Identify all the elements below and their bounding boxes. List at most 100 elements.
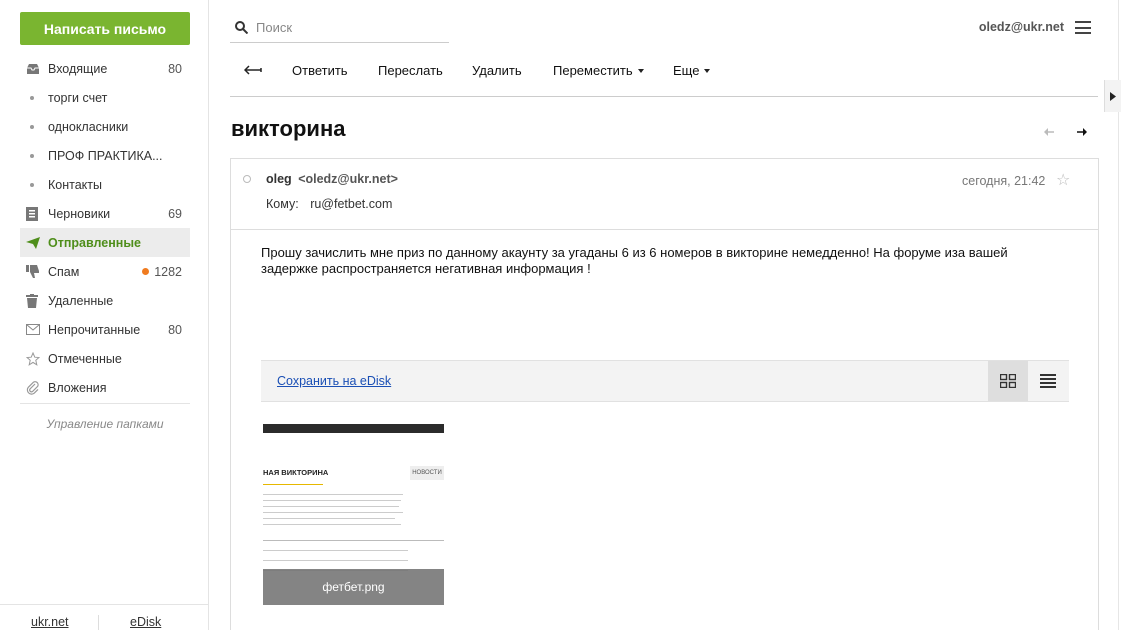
drafts-icon [20,206,48,221]
folder-label: Вложения [48,380,107,395]
previous-message-icon[interactable] [1044,125,1054,139]
preview-line [263,512,403,513]
preview-line [263,540,444,541]
read-status-icon[interactable] [243,175,251,183]
sender-email: <oledz@ukr.net> [298,172,398,186]
attachment-thumbnail[interactable]: НАЯ ВИКТОРИНА НОВОСТИ фетбет.png [263,424,444,605]
move-label: Переместить [553,63,633,78]
caret-down-icon [704,68,711,73]
bullet-icon [20,95,48,100]
folder-label: Черновики [48,206,111,221]
folder-label: Отправленные [48,235,141,250]
preview-line [263,506,399,507]
spam-count: 1282 [154,264,182,279]
message-date: сегодня, 21:42 [962,174,1046,188]
folder-count: 1282 [142,265,182,279]
folder-count: 80 [168,61,182,76]
edisk-link[interactable]: eDisk [130,615,161,629]
list-view-icon[interactable] [1028,361,1068,401]
recipient-address[interactable]: ru@fetbet.com [310,197,392,211]
paperclip-icon [20,380,48,395]
hamburger-menu-icon[interactable] [1075,21,1091,34]
star-icon [20,351,48,366]
forward-button[interactable]: Переслать [378,63,443,78]
to-label: Кому: [266,197,299,211]
preview-line [263,494,403,495]
folder-contacts[interactable]: Контакты [20,170,190,199]
attachments-bar: Сохранить на eDisk [261,360,1069,402]
folder-label: Контакты [48,177,102,192]
attachment-filename: фетбет.png [263,569,444,605]
search-icon[interactable] [235,20,248,34]
folder-label: Отмеченные [48,351,122,366]
folder-label: Входящие [48,61,108,76]
folder-torgi[interactable]: торги счет [20,83,190,112]
preview-line [263,524,401,525]
save-to-edisk-link[interactable]: Сохранить на eDisk [277,374,391,388]
folder-classmates[interactable]: однокласники [20,112,190,141]
divider [20,403,190,404]
preview-title: НАЯ ВИКТОРИНА [263,468,329,477]
message-header: oleg <oledz@ukr.net> сегодня, 21:42 ☆ Ко… [231,159,1098,230]
sender-name: oleg [266,172,292,186]
folder-unread[interactable]: Непрочитанные 80 [20,315,190,344]
preview-news-tab: НОВОСТИ [410,466,444,480]
more-label: Еще [673,63,700,78]
delete-button[interactable]: Удалить [472,63,522,78]
folder-attachments[interactable]: Вложения [20,373,190,402]
sent-icon [20,236,48,249]
ukr-net-link[interactable]: ukr.net [31,615,69,629]
message-view: oleg <oledz@ukr.net> сегодня, 21:42 ☆ Ко… [230,158,1099,630]
user-email[interactable]: oledz@ukr.net [979,20,1064,34]
folder-label: однокласники [48,119,129,134]
folder-starred[interactable]: Отмеченные [20,344,190,373]
reply-button[interactable]: Ответить [292,63,348,78]
recipient-row: Кому: ru@fetbet.com [266,197,392,211]
bullet-icon [20,182,48,187]
search-input[interactable] [256,19,436,35]
folder-inbox[interactable]: Входящие 80 [20,54,190,83]
trash-icon [20,293,48,308]
preview-line [263,550,408,551]
star-icon[interactable]: ☆ [1056,170,1070,190]
message-subject: викторина [231,116,346,141]
folder-sent[interactable]: Отправленные [20,228,190,257]
inbox-icon [20,63,48,75]
thumbs-down-icon [20,265,48,278]
preview-line [263,484,323,485]
folder-drafts[interactable]: Черновики 69 [20,199,190,228]
sender[interactable]: oleg <oledz@ukr.net> [266,172,398,186]
expand-panel-button[interactable] [1104,80,1121,112]
preview-header-bar [263,424,444,433]
compose-button[interactable]: Написать письмо [20,12,190,45]
folder-list: Входящие 80 торги счет однокласники ПРОФ… [20,54,190,402]
unread-dot [142,268,150,275]
sidebar-footer: ukr.net eDisk [0,604,209,630]
preview-line [263,500,401,501]
folder-label: Спам [48,264,80,279]
move-dropdown[interactable]: Переместить [553,63,644,78]
folder-label: ПРОФ ПРАКТИКА... [48,148,163,163]
preview-line [263,518,395,519]
caret-down-icon [637,68,644,73]
manage-folders-link[interactable]: Управление папками [20,417,190,431]
caret-right-icon [1110,89,1116,104]
preview-line [263,560,408,561]
more-dropdown[interactable]: Еще [673,63,711,78]
back-arrow-icon[interactable] [244,63,264,77]
next-message-icon[interactable] [1077,125,1087,139]
folder-prof[interactable]: ПРОФ ПРАКТИКА... [20,141,190,170]
folder-trash[interactable]: Удаленные [20,286,190,315]
folder-spam[interactable]: Спам 1282 [20,257,190,286]
search-box [230,12,449,43]
message-body: Прошу зачислить мне приз по данному акау… [261,245,1008,276]
bullet-icon [20,124,48,129]
sidebar: Написать письмо Входящие 80 торги счет о… [0,0,209,630]
folder-label: Удаленные [48,293,114,308]
bullet-icon [20,153,48,158]
folder-count: 80 [168,322,182,337]
message-toolbar: Ответить Переслать Удалить Переместить Е… [230,55,1098,97]
folder-label: торги счет [48,90,108,105]
grid-view-icon[interactable] [988,361,1028,401]
folder-count: 69 [168,206,182,221]
